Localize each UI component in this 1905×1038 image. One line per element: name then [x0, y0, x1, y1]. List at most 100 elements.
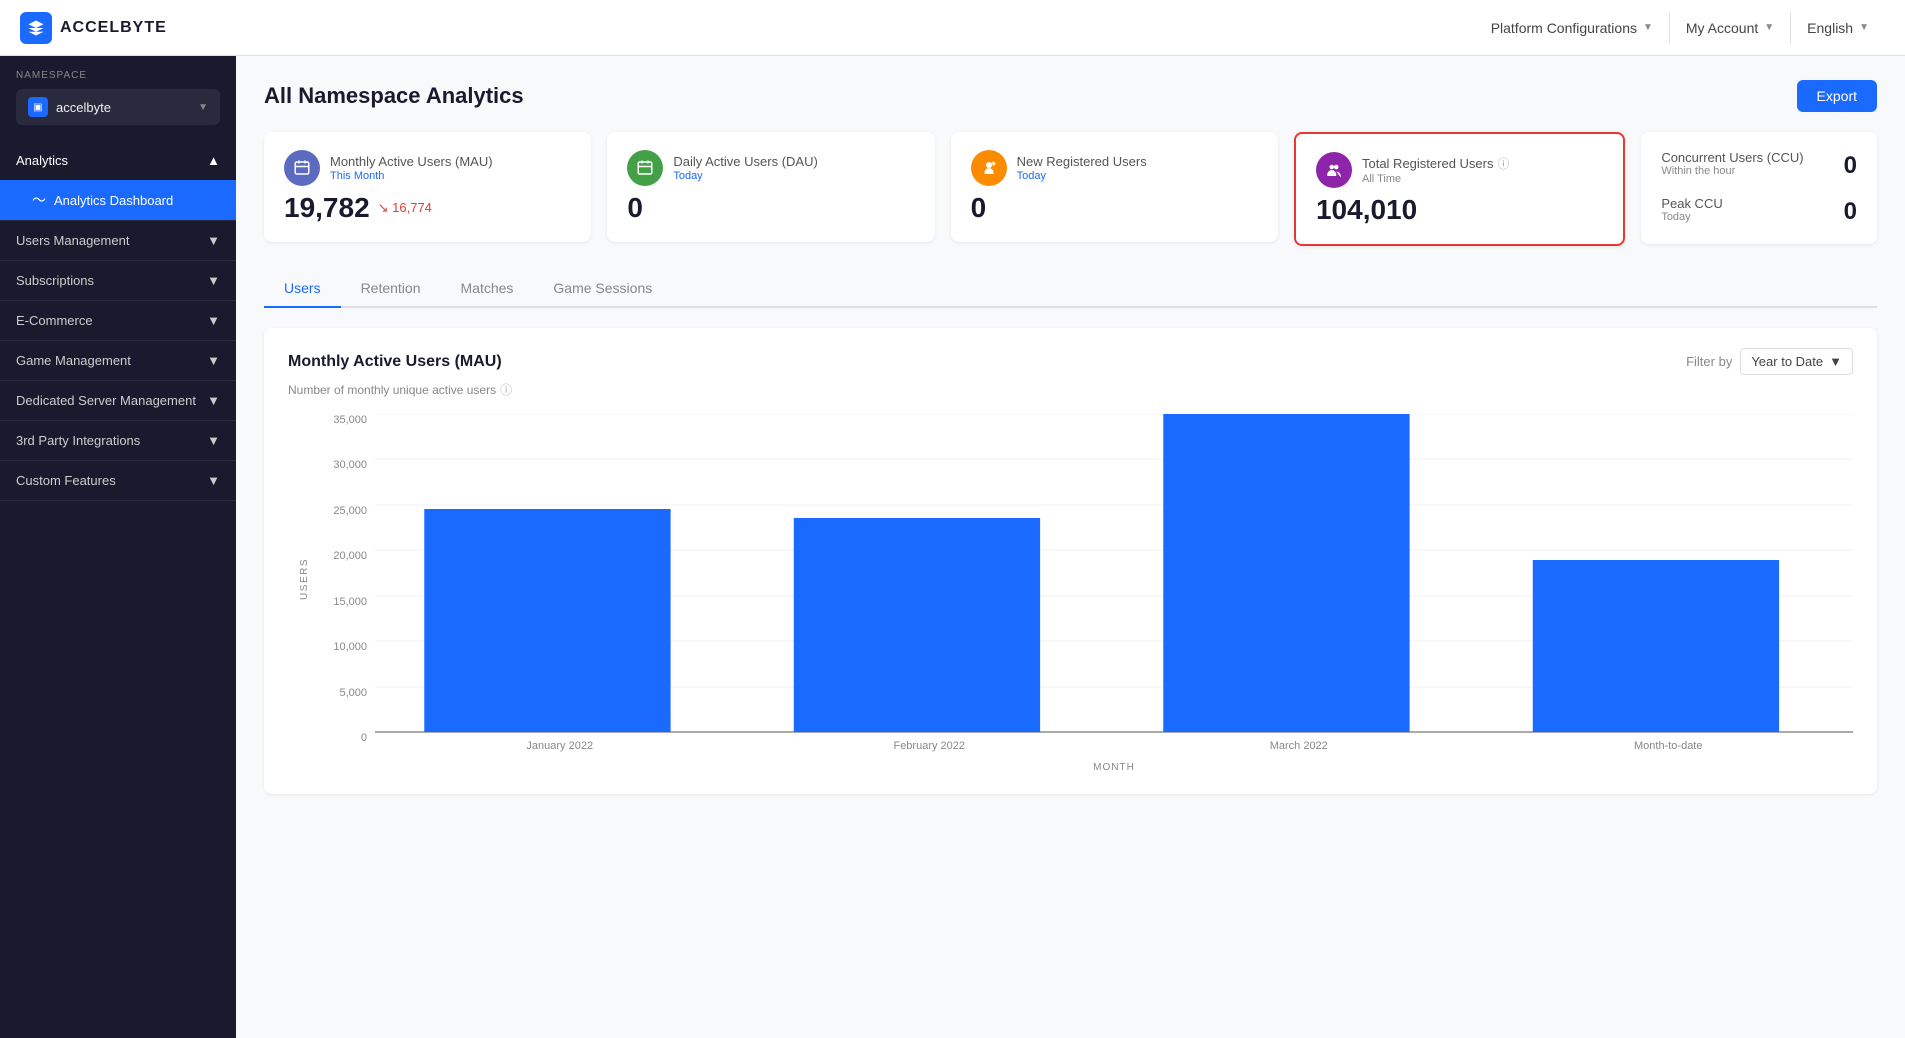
y-label-30000: 30,000	[333, 459, 375, 471]
namespace-name: accelbyte	[56, 100, 190, 115]
sidebar-section-header-third-party[interactable]: 3rd Party Integrations ▼	[0, 421, 236, 460]
mau-label: Monthly Active Users (MAU)	[330, 154, 493, 169]
sidebar-section-game: Game Management ▼	[0, 341, 236, 381]
sidebar-section-header-users[interactable]: Users Management ▼	[0, 221, 236, 260]
custom-features-chevron-icon: ▼	[207, 473, 220, 488]
x-label-month-to-date: Month-to-date	[1634, 740, 1702, 752]
my-account-dropdown[interactable]: My Account ▼	[1670, 12, 1791, 44]
bar-march	[1163, 414, 1409, 732]
y-label-0: 0	[361, 732, 375, 744]
chart-subtitle: Number of monthly unique active users ⓘ	[288, 381, 1853, 398]
sidebar-section-subscriptions: Subscriptions ▼	[0, 261, 236, 301]
mau-sublabel: This Month	[330, 170, 493, 182]
y-label-15000: 15,000	[333, 596, 375, 608]
chart-section: Monthly Active Users (MAU) Filter by Yea…	[264, 328, 1877, 794]
sidebar-section-dedicated-server: Dedicated Server Management ▼	[0, 381, 236, 421]
tab-matches[interactable]: Matches	[441, 270, 534, 308]
x-label-march: March 2022	[1270, 740, 1328, 752]
ccu-panel: Concurrent Users (CCU) Within the hour 0…	[1641, 132, 1877, 244]
ccu-sublabel: Within the hour	[1661, 165, 1803, 177]
tab-game-sessions[interactable]: Game Sessions	[533, 270, 672, 308]
third-party-label: 3rd Party Integrations	[16, 433, 140, 448]
sidebar-section-third-party: 3rd Party Integrations ▼	[0, 421, 236, 461]
tru-value: 104,010	[1316, 194, 1603, 226]
language-dropdown[interactable]: English ▼	[1791, 12, 1885, 44]
page-header: All Namespace Analytics Export	[264, 80, 1877, 112]
sidebar-section-header-ecommerce[interactable]: E-Commerce ▼	[0, 301, 236, 340]
nru-icon	[971, 150, 1007, 186]
metric-card-nru: New Registered Users Today 0	[951, 132, 1278, 242]
sidebar-section-ecommerce: E-Commerce ▼	[0, 301, 236, 341]
tru-info-icon[interactable]: ⓘ	[1497, 155, 1509, 172]
x-label-january: January 2022	[526, 740, 593, 752]
dau-label: Daily Active Users (DAU)	[673, 154, 817, 169]
y-axis-values: 35,000 30,000 25,000 20,000 15,000 10,00…	[320, 414, 375, 774]
subscriptions-label: Subscriptions	[16, 273, 94, 288]
sidebar-section-header-subscriptions[interactable]: Subscriptions ▼	[0, 261, 236, 300]
game-management-label: Game Management	[16, 353, 131, 368]
sidebar-section-header-analytics[interactable]: Analytics ▲	[0, 141, 236, 180]
tab-retention[interactable]: Retention	[341, 270, 441, 308]
dau-sublabel: Today	[673, 170, 817, 182]
x-label-february: February 2022	[893, 740, 965, 752]
namespace-icon: ▣	[28, 97, 48, 117]
language-chevron: ▼	[1859, 22, 1869, 33]
ccu-peak-group: Peak CCU Today 0	[1661, 196, 1857, 226]
filter-select[interactable]: Year to Date ▼	[1740, 348, 1853, 375]
dashboard-icon: 〜	[32, 190, 46, 210]
main-layout: NAMESPACE ▣ accelbyte ▼ Analytics ▲ 〜 An…	[0, 56, 1905, 1038]
bar-january	[424, 509, 670, 732]
language-label: English	[1807, 20, 1853, 36]
export-button[interactable]: Export	[1797, 80, 1877, 112]
logo-icon	[20, 12, 52, 44]
dau-value: 0	[627, 192, 914, 224]
y-label-35000: 35,000	[333, 414, 375, 426]
sidebar-nav: Analytics ▲ 〜 Analytics Dashboard Users …	[0, 133, 236, 1038]
nru-value: 0	[971, 192, 1258, 224]
sidebar-section-header-game[interactable]: Game Management ▼	[0, 341, 236, 380]
y-label-20000: 20,000	[333, 550, 375, 562]
ecommerce-label: E-Commerce	[16, 313, 93, 328]
namespace-label: NAMESPACE	[16, 70, 220, 81]
sidebar-item-analytics-dashboard[interactable]: 〜 Analytics Dashboard	[0, 180, 236, 220]
sidebar-section-header-dedicated-server[interactable]: Dedicated Server Management ▼	[0, 381, 236, 420]
game-chevron-icon: ▼	[207, 353, 220, 368]
chart-inner: January 2022 February 2022 March 2022 Mo…	[375, 414, 1853, 774]
chart-header: Monthly Active Users (MAU) Filter by Yea…	[288, 348, 1853, 375]
dau-icon	[627, 150, 663, 186]
namespace-selector[interactable]: ▣ accelbyte ▼	[16, 89, 220, 125]
x-axis-title: MONTH	[375, 762, 1853, 773]
analytics-section-label: Analytics	[16, 153, 68, 168]
x-label-group-mar: March 2022	[1114, 740, 1484, 752]
x-labels: January 2022 February 2022 March 2022 Mo…	[375, 734, 1853, 758]
ccu-concurrent-group: Concurrent Users (CCU) Within the hour 0	[1661, 150, 1857, 180]
platform-config-dropdown[interactable]: Platform Configurations ▼	[1475, 12, 1670, 44]
metric-card-tru: Total Registered Users ⓘ All Time 104,01…	[1294, 132, 1625, 246]
ecommerce-chevron-icon: ▼	[207, 313, 220, 328]
top-nav: ACCELBYTE Platform Configurations ▼ My A…	[0, 0, 1905, 56]
ccu-value: 0	[1844, 152, 1857, 180]
page-title: All Namespace Analytics	[264, 83, 524, 109]
analytics-dashboard-label: Analytics Dashboard	[54, 193, 173, 208]
platform-config-chevron: ▼	[1643, 22, 1653, 33]
tab-users[interactable]: Users	[264, 270, 341, 308]
metric-card-dau: Daily Active Users (DAU) Today 0	[607, 132, 934, 242]
mau-value-row: 19,782 ↘ 16,774	[284, 192, 571, 224]
namespace-chevron-icon: ▼	[198, 102, 208, 113]
metric-card-header-nru: New Registered Users Today	[971, 150, 1258, 186]
mau-icon	[284, 150, 320, 186]
y-label-5000: 5,000	[339, 687, 375, 699]
peak-ccu-value: 0	[1844, 198, 1857, 226]
dedicated-server-chevron-icon: ▼	[207, 393, 220, 408]
tru-icon	[1316, 152, 1352, 188]
nru-sublabel: Today	[1017, 170, 1147, 182]
metric-card-header-dau: Daily Active Users (DAU) Today	[627, 150, 914, 186]
third-party-chevron-icon: ▼	[207, 433, 220, 448]
filter-chevron-icon: ▼	[1829, 354, 1842, 369]
dedicated-server-label: Dedicated Server Management	[16, 393, 196, 408]
chart-info-icon[interactable]: ⓘ	[500, 381, 512, 398]
platform-config-label: Platform Configurations	[1491, 20, 1637, 36]
logo-area: ACCELBYTE	[20, 12, 1475, 44]
sidebar-section-header-custom-features[interactable]: Custom Features ▼	[0, 461, 236, 500]
filter-value: Year to Date	[1751, 354, 1823, 369]
